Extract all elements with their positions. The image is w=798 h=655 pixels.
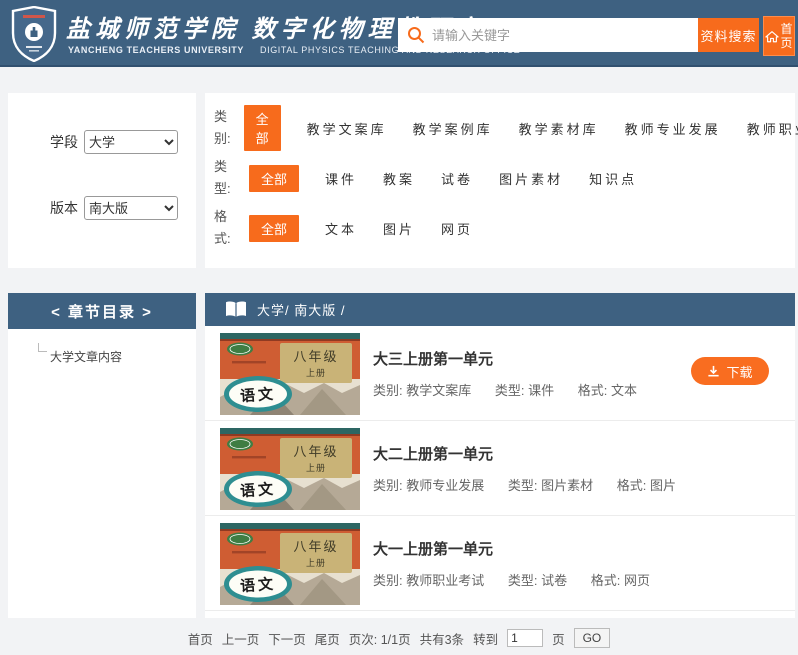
- filter-category-option[interactable]: 教学案例库: [413, 119, 493, 138]
- resource-title[interactable]: 大二上册第一单元: [373, 443, 493, 464]
- svg-text:语文: 语文: [239, 480, 276, 500]
- home-button-label: 首页: [781, 22, 794, 51]
- results-panel: 大学/ 南大版 / 八年级 上册 语文 大三上: [205, 293, 795, 618]
- sidebar-item-university-articles[interactable]: 大学文章内容: [50, 348, 122, 365]
- pagination: 首页 上一页 下一页 尾页 页次: 1/1页 共有3条 转到 页 GO: [0, 628, 798, 648]
- page: 盐城师范学院 数字化物理教研室 YANCHENG TEACHERS UNIVER…: [0, 0, 798, 655]
- svg-text:语文: 语文: [239, 575, 276, 595]
- resource-list-item: 八年级 上册 语文 大二上册第一单元 类别: 教师专业发展 类型: 图片素材 格…: [205, 421, 795, 516]
- filter-type-option[interactable]: 图片素材: [499, 169, 563, 188]
- pagination-page-input[interactable]: [507, 629, 543, 647]
- pagination-page-unit: 页: [552, 629, 565, 648]
- stage-version-panel: 学段 大学 版本 南大版: [8, 93, 196, 268]
- filter-type-option[interactable]: 教案: [383, 169, 415, 188]
- pagination-go-button[interactable]: GO: [574, 628, 611, 648]
- pagination-first[interactable]: 首页: [188, 629, 213, 648]
- svg-text:上册: 上册: [306, 558, 326, 568]
- header: 盐城师范学院 数字化物理教研室 YANCHENG TEACHERS UNIVER…: [0, 0, 798, 67]
- resource-title[interactable]: 大三上册第一单元: [373, 348, 493, 369]
- filter-category-all-button[interactable]: 全部: [244, 105, 281, 151]
- filter-format-all-button[interactable]: 全部: [249, 215, 299, 242]
- resource-title[interactable]: 大一上册第一单元: [373, 538, 493, 559]
- download-button[interactable]: 下载: [691, 357, 769, 385]
- download-button-label: 下载: [726, 362, 752, 381]
- svg-text:语文: 语文: [239, 385, 276, 405]
- university-logo-icon: [10, 6, 58, 62]
- version-select[interactable]: 南大版: [84, 196, 178, 220]
- filter-category-option[interactable]: 教师专业发展: [625, 119, 721, 138]
- home-icon: [765, 30, 779, 43]
- filter-format-label: 格式:: [214, 206, 236, 250]
- svg-text:上册: 上册: [306, 368, 326, 378]
- stage-select[interactable]: 大学: [84, 130, 178, 154]
- filter-type-all-button[interactable]: 全部: [249, 165, 299, 192]
- filter-row-category: 类别: 全部 教学文案库 教学案例库 教学素材库 教师专业发展 教师职业考试: [205, 108, 795, 148]
- resource-list-item: 八年级 上册 语文 大三上册第一单元 类别: 教学文案库 类型: 课件 格式: …: [205, 326, 795, 421]
- pagination-goto-label: 转到: [473, 629, 498, 648]
- filter-type-option[interactable]: 课件: [325, 169, 357, 188]
- search-input[interactable]: [398, 18, 698, 52]
- textbook-cover-thumbnail[interactable]: 八年级 上册 语文: [220, 428, 360, 510]
- download-icon: [707, 365, 720, 378]
- filter-type-label: 类型:: [214, 156, 236, 200]
- filter-row-format: 格式: 全部 文本 图片 网页: [205, 208, 795, 248]
- stage-row: 学段 大学: [8, 130, 196, 154]
- site-subtitle-university: YANCHENG TEACHERS UNIVERSITY: [68, 45, 244, 55]
- pagination-page-info: 页次: 1/1页: [349, 629, 411, 648]
- filter-format-option[interactable]: 文本: [325, 219, 357, 238]
- textbook-cover-thumbnail[interactable]: 八年级 上册 语文: [220, 333, 360, 415]
- pagination-last[interactable]: 尾页: [315, 629, 340, 648]
- filter-category-option[interactable]: 教学素材库: [519, 119, 599, 138]
- resource-list-item: 八年级 上册 语文 大一上册第一单元 类别: 教师职业考试 类型: 试卷 格式:…: [205, 516, 795, 611]
- filter-row-type: 类型: 全部 课件 教案 试卷 图片素材 知识点: [205, 158, 795, 198]
- version-label: 版本: [50, 198, 78, 218]
- filter-category-option[interactable]: 教师职业考试: [747, 119, 798, 138]
- svg-text:八年级: 八年级: [293, 349, 338, 364]
- home-button[interactable]: 首页: [763, 16, 795, 56]
- svg-text:上册: 上册: [306, 463, 326, 473]
- resource-meta: 类别: 教师职业考试 类型: 试卷 格式: 网页: [373, 570, 670, 589]
- textbook-cover-thumbnail[interactable]: 八年级 上册 语文: [220, 523, 360, 605]
- tree-connector: [38, 343, 47, 352]
- resource-meta: 类别: 教师专业发展 类型: 图片素材 格式: 图片: [373, 475, 696, 494]
- breadcrumb: 大学/ 南大版 /: [205, 293, 795, 326]
- breadcrumb-text: 大学/ 南大版 /: [257, 300, 345, 319]
- chapter-sidebar: < 章节目录 > 大学文章内容: [8, 293, 196, 618]
- svg-text:八年级: 八年级: [293, 539, 338, 554]
- svg-text:八年级: 八年级: [293, 444, 338, 459]
- filter-category-option[interactable]: 教学文案库: [307, 119, 387, 138]
- resource-meta: 类别: 教学文案库 类型: 课件 格式: 文本: [373, 380, 657, 399]
- chapter-sidebar-title: < 章节目录 >: [8, 293, 196, 329]
- stage-label: 学段: [50, 132, 78, 152]
- filter-category-label: 类别:: [214, 106, 231, 150]
- filter-format-option[interactable]: 网页: [441, 219, 473, 238]
- pagination-total: 共有3条: [420, 629, 464, 648]
- filter-format-option[interactable]: 图片: [383, 219, 415, 238]
- filters-panel: 类别: 全部 教学文案库 教学案例库 教学素材库 教师专业发展 教师职业考试 类…: [205, 93, 795, 268]
- filter-type-option[interactable]: 试卷: [441, 169, 473, 188]
- filter-type-option[interactable]: 知识点: [589, 169, 637, 188]
- search-box: [398, 18, 698, 52]
- book-icon: [224, 300, 248, 319]
- search-button[interactable]: 资料搜索: [698, 18, 759, 52]
- pagination-next[interactable]: 下一页: [268, 629, 306, 648]
- version-row: 版本 南大版: [8, 196, 196, 220]
- pagination-prev[interactable]: 上一页: [222, 629, 260, 648]
